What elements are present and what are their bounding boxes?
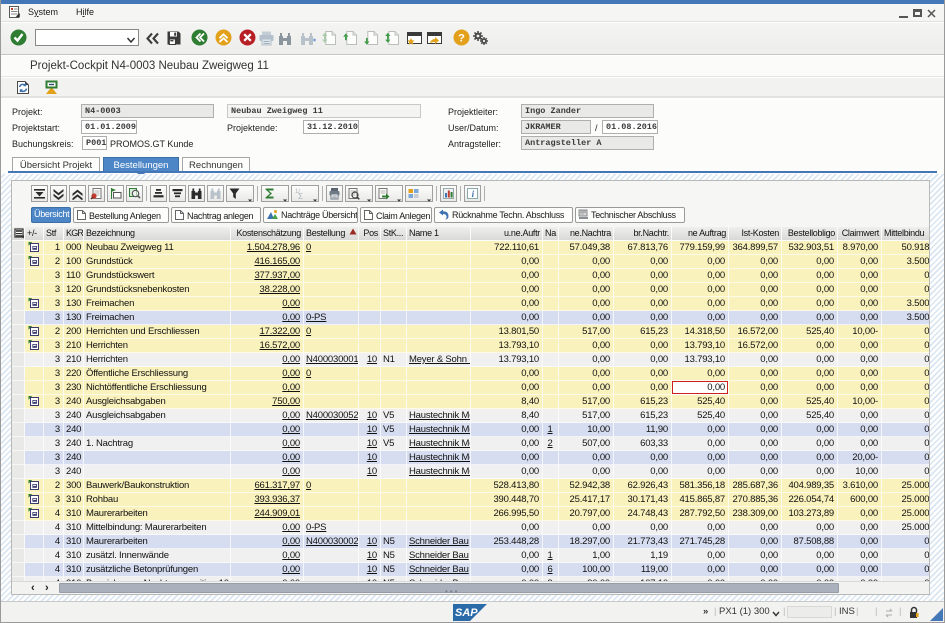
svg-text:?: ? (458, 33, 465, 45)
svg-text:SAP: SAP (455, 607, 478, 619)
svg-text:Σ: Σ (298, 192, 303, 200)
